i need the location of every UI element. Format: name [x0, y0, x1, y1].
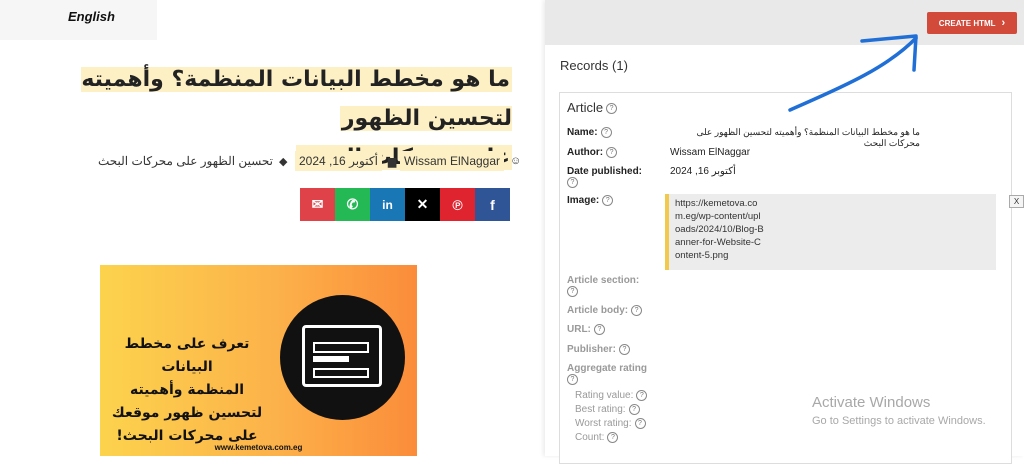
- aggregate-field-label: Aggregate rating?: [567, 363, 647, 385]
- records-count: Records (1): [560, 58, 628, 73]
- date-field-value: أكتوبر 16, 2024: [670, 166, 736, 177]
- article-record-card: Article? Name:? ما هو مخطط البيانات المن…: [559, 92, 1012, 464]
- count-label: Count:?: [575, 432, 619, 444]
- help-icon[interactable]: ?: [567, 286, 578, 297]
- banner-line: المنظمة وأهميته: [129, 382, 245, 398]
- share-email-button[interactable]: ✉: [300, 188, 335, 221]
- share-buttons: ✉ ✆ in ✕ ℗ f: [300, 188, 510, 221]
- help-icon[interactable]: ?: [606, 147, 618, 158]
- image-url-text: https://kemetova.com.eg/wp-content/uploa…: [675, 198, 764, 261]
- help-icon[interactable]: ?: [618, 344, 630, 355]
- banner-text: تعرف على مخطط البيانات المنظمة وأهميته ل…: [102, 333, 272, 448]
- share-x-button[interactable]: ✕: [405, 188, 440, 221]
- help-icon[interactable]: ?: [602, 195, 614, 206]
- help-icon[interactable]: ?: [628, 404, 640, 415]
- activate-windows-title: Activate Windows: [812, 394, 931, 411]
- date-meta: ▆ أكتوبر 16, 2024: [295, 150, 396, 172]
- rating-value-text: Rating value:: [575, 390, 634, 402]
- browser-window-icon: [280, 295, 405, 420]
- name-field-value: ما هو مخطط البيانات المنظمة؟ وأهميته لتح…: [696, 127, 920, 148]
- image-field-label: Image:?: [567, 195, 614, 207]
- body-label-text: Article body:: [567, 305, 629, 317]
- x-icon: ✕: [416, 196, 429, 212]
- help-icon[interactable]: ?: [567, 177, 578, 188]
- annotation-arrow: [788, 34, 918, 112]
- tag-icon: ◆: [278, 155, 288, 168]
- worst-rating-text: Worst rating:: [575, 418, 632, 430]
- help-icon[interactable]: ?: [631, 305, 643, 316]
- worst-rating-label: Worst rating:?: [575, 418, 646, 429]
- best-rating-text: Best rating:: [575, 404, 626, 416]
- share-pinterest-button[interactable]: ℗: [440, 188, 475, 221]
- article-banner-image: تعرف على مخطط البيانات المنظمة وأهميته ل…: [100, 265, 417, 456]
- calendar-icon: ▆: [387, 155, 397, 168]
- article-page: English ما هو مخطط البيانات المنظمة؟ وأه…: [0, 0, 545, 456]
- create-html-button[interactable]: CREATE HTML ›: [927, 12, 1017, 34]
- date-field-label: Date published:?: [567, 166, 642, 188]
- share-linkedin-button[interactable]: in: [370, 188, 405, 221]
- publisher-field-label: Publisher:?: [567, 344, 630, 355]
- url-label-text: URL:: [567, 324, 591, 336]
- body-field-label: Article body:?: [567, 305, 643, 317]
- section-field-label: Article section:?: [567, 275, 639, 297]
- name-label-text: Name:: [567, 127, 598, 139]
- help-icon[interactable]: ?: [567, 374, 578, 385]
- banner-site: www.kemetova.com.eg: [214, 443, 303, 452]
- broken-image-icon: https://kemetova.com.eg/wp-content/uploa…: [675, 197, 765, 262]
- create-html-label: CREATE HTML: [938, 18, 996, 28]
- author-meta[interactable]: ☺ Wissam ElNaggar: [400, 150, 521, 172]
- best-rating-label: Best rating:?: [575, 404, 640, 415]
- section-label-text: Article section:: [567, 275, 640, 286]
- help-icon[interactable]: ?: [606, 103, 618, 115]
- email-icon: ✉: [311, 196, 324, 212]
- banner-line: تعرف على مخطط البيانات: [124, 336, 250, 375]
- facebook-icon: f: [490, 196, 495, 213]
- record-type-title: Article?: [567, 100, 618, 115]
- remove-image-button[interactable]: X: [1009, 195, 1024, 208]
- help-icon[interactable]: ?: [634, 418, 646, 429]
- help-icon[interactable]: ?: [607, 432, 619, 443]
- pinterest-icon: ℗: [452, 196, 463, 213]
- aggregate-label-text: Aggregate rating: [567, 363, 648, 374]
- author-label-text: Author:: [567, 147, 604, 159]
- category-link[interactable]: تحسين الظهور على محركات البحث: [98, 154, 273, 168]
- image-field-value: https://kemetova.com.eg/wp-content/uploa…: [665, 194, 1024, 270]
- author-link[interactable]: Wissam ElNaggar: [400, 151, 505, 171]
- help-icon[interactable]: ?: [636, 390, 648, 401]
- activate-windows-subtitle: Go to Settings to activate Windows.: [812, 415, 986, 427]
- banner-line: لتحسين ظهور موقعك: [111, 405, 263, 421]
- author-field-value: Wissam ElNaggar: [670, 147, 751, 158]
- share-facebook-button[interactable]: f: [475, 188, 510, 221]
- language-switcher[interactable]: English: [0, 0, 157, 40]
- image-label-text: Image:: [567, 195, 600, 207]
- record-type-label: Article: [567, 100, 604, 115]
- date-text: أكتوبر 16, 2024: [295, 151, 382, 171]
- whatsapp-icon: ✆: [346, 196, 359, 212]
- publisher-label-text: Publisher:: [567, 344, 616, 356]
- help-icon[interactable]: ?: [593, 324, 605, 335]
- date-label-text: Date published:: [567, 166, 643, 177]
- chevron-right-icon: ›: [1001, 17, 1006, 29]
- help-icon[interactable]: ?: [600, 127, 612, 138]
- monitor-icon: [302, 325, 382, 387]
- count-text: Count:: [575, 432, 605, 444]
- share-whatsapp-button[interactable]: ✆: [335, 188, 370, 221]
- name-field-label: Name:?: [567, 127, 612, 138]
- linkedin-icon: in: [382, 197, 393, 212]
- user-icon: ☺: [510, 155, 522, 167]
- author-field-label: Author:?: [567, 147, 618, 159]
- language-label[interactable]: English: [68, 9, 115, 24]
- rating-value-label: Rating value:?: [575, 390, 648, 402]
- category-meta[interactable]: ◆ تحسين الظهور على محركات البحث: [98, 150, 287, 172]
- url-field-label: URL:?: [567, 324, 605, 335]
- title-line-1: ما هو مخطط البيانات المنظمة؟ وأهميته لتح…: [81, 67, 512, 131]
